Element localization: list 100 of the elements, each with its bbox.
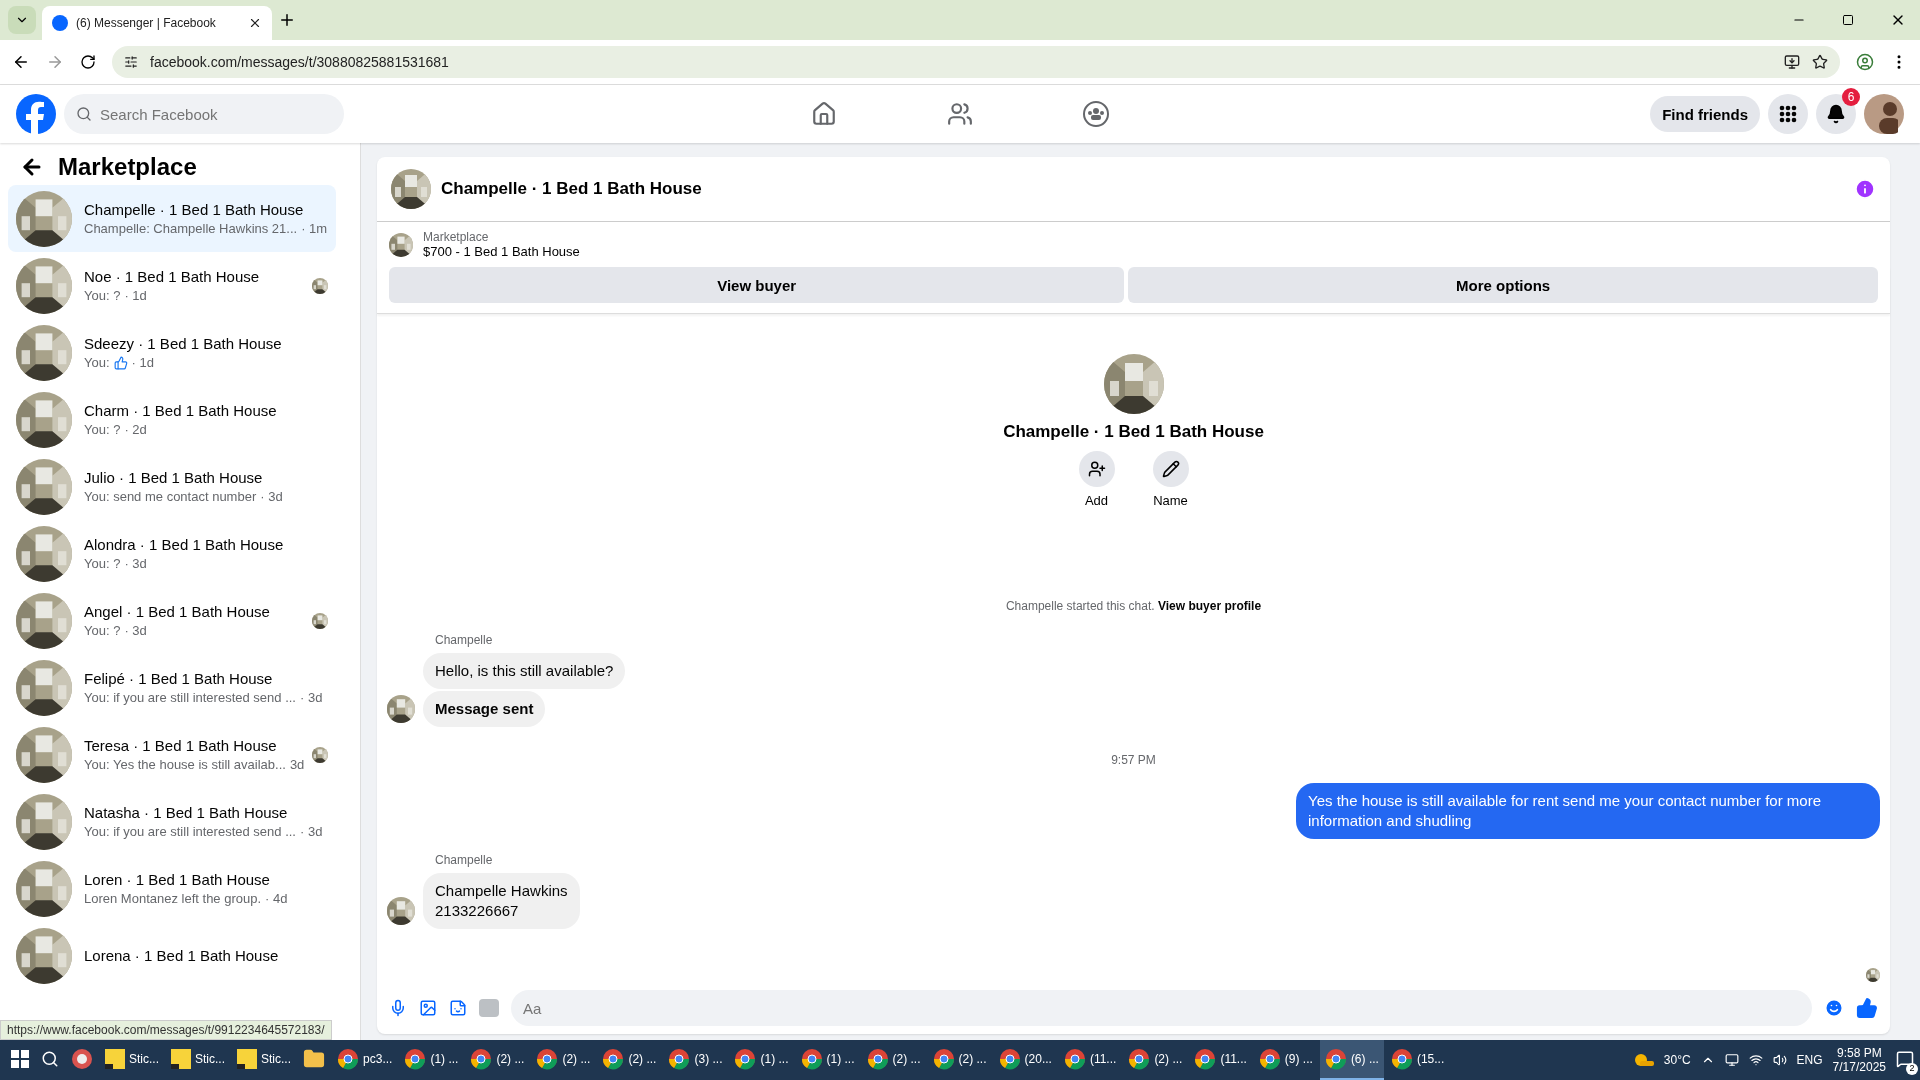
menu-grid-button[interactable]: [1768, 94, 1808, 134]
notifications-button[interactable]: [1816, 94, 1856, 134]
message-bubble: Hello, is this still available?: [423, 653, 626, 689]
conversation-item[interactable]: Charm · 1 Bed 1 Bath House You: ? · 2d: [8, 386, 336, 453]
message-preview: You: if you are still interested send ...: [84, 824, 296, 839]
site-info-icon[interactable]: [124, 55, 138, 69]
conversation-item[interactable]: Felipé · 1 Bed 1 Bath House You: if you are still interested send ... · 3d: [8, 654, 336, 721]
monitor-icon[interactable]: [1724, 1053, 1739, 1067]
profile-name: Champelle · 1 Bed 1 Bath House: [1003, 422, 1264, 442]
taskbar-item[interactable]: Stic...: [166, 1040, 231, 1080]
status-url: https://www.facebook.com/messages/t/9912234645572183/: [0, 1020, 332, 1040]
message-time: · 3d: [260, 489, 283, 504]
like-icon[interactable]: [1856, 997, 1878, 1019]
folder-icon: [303, 1048, 326, 1070]
conversation-name: Charm · 1 Bed 1 Bath House: [84, 402, 278, 419]
bell-icon: [1826, 104, 1846, 124]
group-icon: [1082, 100, 1110, 128]
message-time: · 3d: [124, 556, 147, 571]
sticker-icon[interactable]: [449, 999, 467, 1017]
network-icon[interactable]: [1748, 1053, 1763, 1067]
image-icon[interactable]: [419, 999, 437, 1017]
taskbar-item[interactable]: (2) ...: [1123, 1040, 1188, 1080]
clock-date: 7/17/2025: [1832, 1060, 1886, 1074]
taskbar-item[interactable]: (1) ...: [729, 1040, 794, 1080]
emoji-icon[interactable]: [1824, 998, 1844, 1018]
browser-icon: [800, 1048, 823, 1070]
taskbar-item[interactable]: (2) ...: [927, 1040, 992, 1080]
conversation-item[interactable]: Lorena · 1 Bed 1 Bath House: [8, 922, 336, 989]
conversation-item[interactable]: Loren · 1 Bed 1 Bath House Loren Montanez left the group. · 4d: [8, 855, 336, 922]
note-icon: [237, 1049, 258, 1069]
taskbar-item[interactable]: (11...: [1058, 1040, 1122, 1080]
message-preview: Loren Montanez left the group.: [84, 891, 262, 906]
action-button[interactable]: View buyer: [389, 267, 1125, 303]
message-time: · 3d: [124, 623, 147, 638]
message-time: · 3d: [300, 824, 323, 839]
taskbar-item[interactable]: (2) ...: [597, 1040, 662, 1080]
taskbar-item[interactable]: (20...: [993, 1040, 1057, 1080]
install-icon[interactable]: [1784, 54, 1800, 70]
microphone-icon[interactable]: [389, 999, 407, 1017]
new-tab-icon[interactable]: [278, 11, 296, 29]
forward-icon[interactable]: [46, 53, 64, 71]
info-icon[interactable]: [1854, 178, 1876, 200]
profile-action[interactable]: Name: [1146, 450, 1195, 509]
restore-icon[interactable]: [1842, 14, 1854, 26]
listing-title: $700 - 1 Bed 1 Bath House: [423, 244, 580, 259]
conversation-name: Alondra · 1 Bed 1 Bath House: [84, 536, 285, 553]
message-preview: You:: [84, 355, 110, 370]
taskbar-item[interactable]: (6) ...: [1319, 1040, 1384, 1080]
message-field[interactable]: Aa: [511, 990, 1812, 1026]
close-icon[interactable]: [248, 16, 262, 30]
bookmark-star-icon[interactable]: [1812, 54, 1828, 70]
conversation-item[interactable]: Teresa · 1 Bed 1 Bath House You: Yes the house is still availab... 3d: [8, 721, 336, 788]
volume-icon[interactable]: [1772, 1053, 1787, 1067]
facebook-logo-icon[interactable]: [16, 94, 56, 134]
taskbar-item[interactable]: Stic...: [100, 1040, 164, 1080]
message-time: · 4d: [265, 891, 288, 906]
conversation-item[interactable]: Champelle · 1 Bed 1 Bath House Champelle: Champelle Hawkins 21... · 1m: [8, 185, 336, 252]
search-field[interactable]: Search Facebook: [64, 94, 344, 134]
buyer-profile-link[interactable]: View buyer profile: [1157, 599, 1262, 613]
browser-icon: [734, 1048, 757, 1070]
profile-icon[interactable]: [1856, 53, 1874, 71]
browser-tab[interactable]: (6) Messenger | Facebook: [42, 6, 272, 40]
account-avatar[interactable]: [1864, 94, 1904, 134]
search-icon: [41, 1050, 59, 1068]
taskbar-item[interactable]: Stic...: [232, 1040, 297, 1080]
taskbar-item[interactable]: (15...: [1385, 1040, 1450, 1080]
listing-label: Marketplace: [423, 230, 490, 244]
conversation-item[interactable]: Noe · 1 Bed 1 Bath House You: ? · 1d: [8, 252, 336, 319]
browser-icon: [932, 1048, 955, 1070]
language-indicator: ENG: [1796, 1053, 1823, 1067]
reload-icon[interactable]: [80, 54, 96, 70]
taskbar-item[interactable]: (9) ...: [1253, 1040, 1318, 1080]
back-icon[interactable]: [12, 53, 30, 71]
notification-badge: 6: [1842, 88, 1860, 106]
app-icon: [71, 1048, 93, 1070]
taskbar-item[interactable]: pc3...: [332, 1040, 398, 1080]
conversation-item[interactable]: Julio · 1 Bed 1 Bath House You: send me contact number · 3d: [8, 453, 336, 520]
taskbar-item[interactable]: (2) ...: [531, 1040, 596, 1080]
clock-time: 9:58 PM: [1836, 1046, 1882, 1060]
conversation-item[interactable]: Sdeezy · 1 Bed 1 Bath House You: · 1d: [8, 319, 336, 386]
conversation-item[interactable]: Angel · 1 Bed 1 Bath House You: ? · 3d: [8, 587, 336, 654]
browser-icon: [866, 1048, 889, 1070]
temperature: 30°C: [1663, 1053, 1691, 1067]
system-message: Champelle started this chat. View buyer profile: [1004, 599, 1263, 613]
conversation-item[interactable]: Alondra · 1 Bed 1 Bath House You: ? · 3d: [8, 520, 336, 587]
conversation-name: Felipé · 1 Bed 1 Bath House: [84, 670, 274, 687]
taskbar-item[interactable]: (1) ...: [795, 1040, 860, 1080]
address-bar[interactable]: facebook.com/messages/t/30880825881531681: [112, 46, 1840, 78]
find-friends-button[interactable]: Find friends: [1650, 96, 1760, 132]
taskbar-item[interactable]: (11...: [1189, 1040, 1252, 1080]
taskbar-item[interactable]: (2) ...: [465, 1040, 530, 1080]
taskbar-item[interactable]: (1) ...: [399, 1040, 464, 1080]
conversation-item[interactable]: Natasha · 1 Bed 1 Bath House You: if you are still interested send ... · 3d: [8, 788, 336, 855]
browser-icon: [337, 1048, 360, 1070]
taskbar-item[interactable]: (2) ...: [861, 1040, 926, 1080]
taskbar-item[interactable]: (3) ...: [663, 1040, 728, 1080]
action-button[interactable]: More options: [1128, 267, 1878, 303]
profile-action[interactable]: Add: [1072, 450, 1121, 509]
conversation-name: Champelle · 1 Bed 1 Bath House: [84, 201, 305, 218]
conversation-name: Natasha · 1 Bed 1 Bath House: [84, 804, 289, 821]
